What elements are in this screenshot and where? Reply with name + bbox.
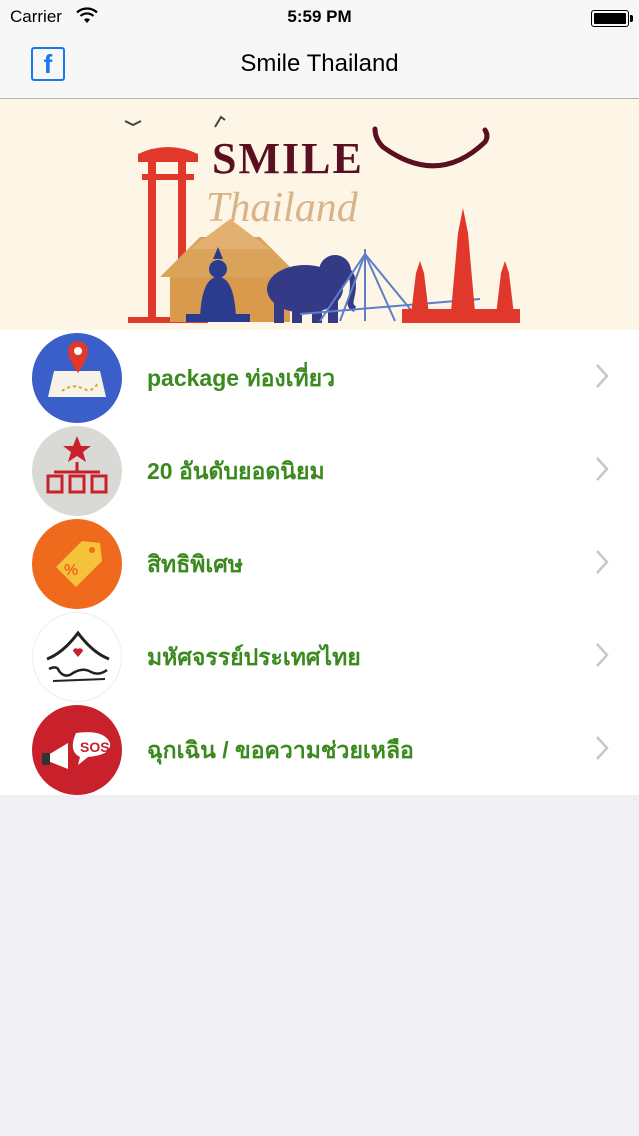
menu-item-label: 20 อันดับยอดนิยม [147, 458, 325, 484]
navigation-bar: f Smile Thailand [0, 34, 639, 99]
chevron-right-icon [596, 643, 609, 667]
empty-background [0, 795, 639, 1136]
chevron-right-icon [596, 736, 609, 760]
chevron-right-icon [596, 364, 609, 388]
status-time: 5:59 PM [287, 7, 352, 26]
discount-tag-icon: % [32, 519, 122, 609]
page-title: Smile Thailand [240, 50, 399, 77]
menu-item-package[interactable]: package ท่องเที่ยว [0, 330, 639, 423]
status-bar: Carrier 5:59 PM [0, 0, 639, 34]
menu-item-top20[interactable]: 20 อันดับยอดนิยม [0, 423, 639, 516]
thailand-logo-icon [32, 612, 122, 702]
battery-icon [591, 10, 633, 27]
ranking-icon [32, 426, 122, 516]
chevron-right-icon [596, 550, 609, 574]
banner-subtitle: Thailand [206, 185, 359, 231]
sos-megaphone-icon: SOS [32, 705, 122, 795]
menu-list: package ท่องเที่ยว 20 อันดับยอดนิยม % สิ… [0, 330, 639, 795]
menu-item-label: ฉุกเฉิน / ขอความช่วยเหลือ [147, 737, 414, 763]
svg-text:SOS: SOS [80, 739, 110, 755]
menu-item-label: package ท่องเที่ยว [147, 365, 336, 391]
smile-icon [372, 126, 490, 169]
smile-thailand-banner: SMILE Thailand [0, 99, 639, 330]
bird-icon [214, 115, 226, 128]
menu-item-amazing-thailand[interactable]: มหัศจรรย์ประเทศไทย [0, 609, 639, 702]
bird-icon [124, 120, 142, 127]
menu-item-emergency[interactable]: SOS ฉุกเฉิน / ขอความช่วยเหลือ [0, 702, 639, 795]
chevron-right-icon [596, 457, 609, 481]
svg-text:%: % [64, 562, 78, 579]
map-pin-icon [32, 333, 122, 423]
menu-item-privileges[interactable]: % สิทธิพิเศษ [0, 516, 639, 609]
menu-item-label: มหัศจรรย์ประเทศไทย [147, 644, 361, 670]
wat-arun-icon [402, 208, 520, 323]
banner-title: SMILE [212, 134, 364, 183]
menu-item-label: สิทธิพิเศษ [147, 551, 244, 577]
